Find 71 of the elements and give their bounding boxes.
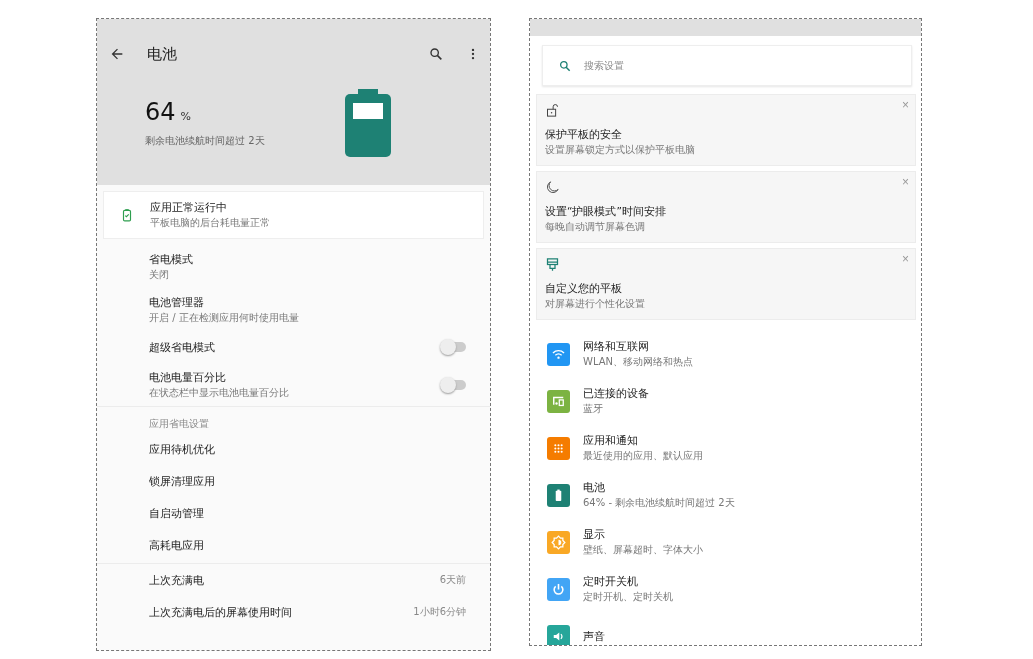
setting-row[interactable]: 自启动管理 <box>97 497 490 529</box>
category-title: 应用和通知 <box>583 434 639 448</box>
setting-title: 省电模式 <box>149 251 194 267</box>
battery-level-icon <box>345 89 391 157</box>
battery-percentage: 64 <box>145 98 176 126</box>
category-subtitle: 壁纸、屏幕超时、字体大小 <box>583 543 703 557</box>
setting-title: 电池管理器 <box>149 294 205 310</box>
usage-value: 6天前 <box>439 573 466 587</box>
setting-row[interactable]: 电池管理器 开启 / 正在检测应用何时使用电量 <box>97 288 490 331</box>
settings-category[interactable]: 声音 <box>530 613 921 645</box>
suggestion-subtitle: 设置屏幕锁定方式以保护平板电脑 <box>545 143 696 157</box>
category-title: 电池 <box>583 481 606 495</box>
setting-subtitle: 在状态栏中显示电池电量百分比 <box>149 385 290 400</box>
status-subtitle: 平板电脑的后台耗电量正常 <box>150 216 270 230</box>
suggestion-card[interactable]: × 设置“护眼模式”时间安排 每晚自动调节屏幕色调 <box>536 171 916 243</box>
paint-brush-icon <box>545 257 560 272</box>
suggestion-card[interactable]: × 保护平板的安全 设置屏幕锁定方式以保护平板电脑 <box>536 94 916 166</box>
category-subtitle: WLAN、移动网络和热点 <box>583 355 693 369</box>
suggestion-title: 设置“护眼模式”时间安排 <box>545 205 667 219</box>
toggle-switch[interactable] <box>442 379 466 390</box>
status-card[interactable]: 应用正常运行中 平板电脑的后台耗电量正常 <box>103 191 484 239</box>
back-arrow-icon[interactable] <box>109 46 125 62</box>
category-title: 网络和互联网 <box>583 340 650 354</box>
category-title: 显示 <box>583 528 606 542</box>
setting-subtitle: 关闭 <box>149 267 170 282</box>
setting-title: 高耗电应用 <box>149 537 204 553</box>
category-subtitle: 64% - 剩余电池续航时间超过 2天 <box>583 496 735 510</box>
setting-title: 锁屏清理应用 <box>149 473 215 489</box>
usage-label: 上次充满电后的屏幕使用时间 <box>149 604 292 620</box>
suggestion-title: 自定义您的平板 <box>545 282 623 296</box>
lock-icon <box>545 103 560 118</box>
setting-title: 应用待机优化 <box>149 441 215 457</box>
search-field[interactable]: 搜索设置 <box>542 45 912 86</box>
suggestion-card[interactable]: × 自定义您的平板 对屏幕进行个性化设置 <box>536 248 916 320</box>
settings-category[interactable]: 显示 壁纸、屏幕超时、字体大小 <box>530 519 921 566</box>
usage-label: 上次充满电 <box>149 572 204 588</box>
search-icon <box>558 59 572 73</box>
settings-category[interactable]: 电池 64% - 剩余电池续航时间超过 2天 <box>530 472 921 519</box>
settings-category[interactable]: 网络和互联网 WLAN、移动网络和热点 <box>530 331 921 378</box>
setting-row[interactable]: 电池电量百分比 在状态栏中显示电池电量百分比 <box>97 363 490 406</box>
moon-icon <box>545 180 560 195</box>
setting-row[interactable]: 省电模式 关闭 <box>97 245 490 288</box>
setting-row[interactable]: 应用待机优化 <box>97 433 490 465</box>
suggestion-subtitle: 对屏幕进行个性化设置 <box>545 297 646 311</box>
settings-category[interactable]: 应用和通知 最近使用的应用、默认应用 <box>530 425 921 472</box>
section-header: 应用省电设置 <box>148 417 210 431</box>
setting-row[interactable]: 锁屏清理应用 <box>97 465 490 497</box>
suggestion-subtitle: 每晚自动调节屏幕色调 <box>545 220 646 234</box>
percent-sign: % <box>180 110 191 123</box>
settings-category[interactable]: 已连接的设备 蓝牙 <box>530 378 921 425</box>
setting-subtitle: 开启 / 正在检测应用何时使用电量 <box>149 310 300 325</box>
battery-estimate: 剩余电池续航时间超过 2天 <box>145 134 266 148</box>
usage-value: 1小时6分钟 <box>413 605 466 619</box>
search-icon[interactable] <box>428 46 444 62</box>
category-title: 声音 <box>583 629 605 644</box>
status-title: 应用正常运行中 <box>150 200 228 215</box>
setting-title: 超级省电模式 <box>149 339 216 355</box>
category-title: 已连接的设备 <box>583 387 649 401</box>
category-subtitle: 最近使用的应用、默认应用 <box>583 449 703 463</box>
suggestion-title: 保护平板的安全 <box>545 128 623 142</box>
setting-row[interactable]: 高耗电应用 <box>97 529 490 561</box>
category-subtitle: 定时开机、定时关机 <box>583 590 673 604</box>
setting-title: 电池电量百分比 <box>149 369 227 385</box>
screen-title: 电池 <box>147 44 178 64</box>
category-subtitle: 蓝牙 <box>583 402 604 416</box>
setting-row[interactable]: 超级省电模式 <box>97 331 490 363</box>
battery-check-icon <box>120 207 134 223</box>
settings-category[interactable]: 定时开关机 定时开机、定时关机 <box>530 566 921 613</box>
setting-title: 自启动管理 <box>149 505 204 521</box>
toggle-switch[interactable] <box>442 342 466 352</box>
category-title: 定时开关机 <box>583 575 639 589</box>
